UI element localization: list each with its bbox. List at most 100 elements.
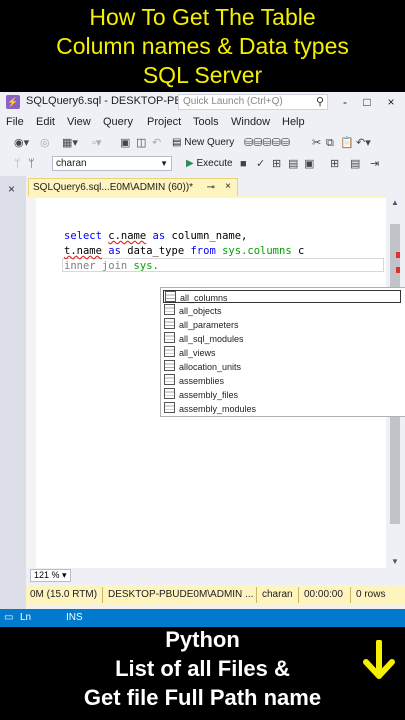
include-plan-icon[interactable]: ⊞ — [330, 156, 339, 172]
paste-icon[interactable]: 📋 — [340, 135, 354, 151]
undo-icon[interactable]: ↶ — [152, 135, 161, 151]
table-icon — [164, 346, 175, 357]
results-file-icon[interactable]: ▣ — [304, 156, 314, 172]
close-button[interactable]: × — [380, 93, 402, 111]
menu-window[interactable]: Window — [231, 116, 270, 128]
quick-launch-input[interactable]: Quick Launch (Ctrl+Q) ⚲ — [178, 94, 328, 110]
execute-label: Execute — [196, 158, 233, 169]
list-item[interactable]: assembly_files — [163, 388, 401, 401]
title-line-2: Column names & Data types — [56, 33, 349, 59]
list-item[interactable]: all_objects — [163, 304, 401, 317]
new-query-button[interactable]: ▤ New Query — [172, 135, 234, 151]
tool-window-strip: × — [0, 176, 26, 609]
list-item-label: all_columns — [180, 293, 228, 303]
column-ref: t.name — [64, 245, 102, 257]
menu-help[interactable]: Help — [282, 116, 305, 128]
bottom-line-3: Get file Full Path name — [83, 685, 322, 710]
insert-mode: INS — [66, 612, 83, 623]
window-title: SQLQuery6.sql - DESKTOP-PB... — [26, 95, 191, 107]
menu-tools[interactable]: Tools — [193, 116, 219, 128]
save-all-icon[interactable]: ◫ — [136, 135, 146, 151]
error-marker — [396, 267, 400, 273]
forward-icon[interactable]: ◎ — [40, 135, 50, 151]
comment-icon[interactable]: ▤ — [350, 156, 360, 172]
back-icon[interactable]: ◉▾ — [14, 135, 29, 151]
table-icon — [164, 332, 175, 343]
tab-sqlquery6[interactable]: SQLQuery6.sql...E0M\ADMIN (60))* ⊸ × — [28, 178, 238, 196]
keyword-as: as — [108, 245, 121, 257]
list-item-label: assembly_modules — [179, 404, 257, 414]
menu-project[interactable]: Project — [147, 116, 181, 128]
maximize-button[interactable]: □ — [356, 93, 378, 111]
column-alias: data_type — [127, 245, 185, 257]
document-tabs: SQLQuery6.sql...E0M\ADMIN (60))* ⊸ × — [26, 176, 405, 196]
close-icon[interactable]: × — [8, 182, 15, 196]
stop-icon[interactable]: ■ — [240, 156, 247, 172]
cut-icon[interactable]: ✂ — [312, 135, 321, 151]
connect-icon[interactable]: ᛘ — [14, 156, 21, 172]
list-item[interactable]: assembly_modules — [163, 402, 401, 415]
title-bar: ⚡ SQLQuery6.sql - DESKTOP-PB... Quick La… — [0, 92, 405, 112]
undo-edit-icon[interactable]: ↶▾ — [356, 135, 371, 151]
list-item[interactable]: allocation_units — [163, 360, 401, 373]
results-grid-icon[interactable]: ▤ — [288, 156, 298, 172]
table-alias: c — [297, 245, 305, 257]
code-line-3: inner join sys. — [64, 260, 159, 272]
scroll-down-icon[interactable]: ▼ — [391, 557, 399, 566]
close-tab-icon[interactable]: × — [225, 181, 231, 192]
editor-gutter — [26, 198, 36, 570]
column-alias: column_name, — [171, 230, 248, 242]
zoom-select[interactable]: 121 % ▾ — [30, 569, 71, 582]
sql-editor-toolbar: ᛘ ᛘ charan ▼ ▶ Execute ■ ✓ ⊞ ▤ ▣ ⊞ ▤ ⇥ — [0, 154, 405, 174]
menu-query[interactable]: Query — [103, 116, 133, 128]
copy-icon[interactable]: ⧉ — [326, 135, 334, 151]
standard-toolbar: ◉▾ ◎ ▦▾ ▫▾ ▣ ◫ ↶ ▤ New Query ⛁⛁⛁⛁⛁ ✂ ⧉ 📋… — [0, 133, 405, 153]
pin-icon[interactable]: ⊸ — [207, 182, 215, 193]
menu-bar: File Edit View Query Project Tools Windo… — [0, 114, 405, 132]
menu-file[interactable]: File — [6, 116, 24, 128]
code-line-2: t.name as data_type from sys.columns c — [64, 245, 304, 257]
list-item[interactable]: all_columns — [163, 290, 401, 303]
list-item[interactable]: all_parameters — [163, 318, 401, 331]
server-name: DESKTOP-PBUDE0M\ADMIN ... — [108, 589, 254, 600]
scroll-up-icon[interactable]: ▲ — [391, 198, 399, 207]
menu-edit[interactable]: Edit — [36, 116, 55, 128]
table-icon — [164, 360, 175, 371]
ssms-app-icon: ⚡ — [6, 95, 20, 109]
list-item-label: all_sql_modules — [179, 334, 244, 344]
parse-icon[interactable]: ✓ — [256, 156, 265, 172]
user-name: charan — [262, 589, 293, 600]
list-item-label: assembly_files — [179, 390, 239, 400]
row-count: 0 rows — [356, 589, 386, 600]
list-item[interactable]: assemblies — [163, 374, 401, 387]
new-project-icon[interactable]: ▦▾ — [62, 135, 78, 151]
quick-launch-placeholder: Quick Launch (Ctrl+Q) — [183, 96, 283, 107]
table-icon — [164, 318, 175, 329]
menu-view[interactable]: View — [67, 116, 91, 128]
list-item-label: allocation_units — [179, 362, 242, 372]
video-title-top: How To Get The Table Column names & Data… — [0, 0, 405, 92]
intellisense-list[interactable]: all_columns all_objects all_parameters a… — [160, 287, 405, 417]
video-title-bottom: Python List of all Files & Get file Full… — [0, 627, 405, 720]
table-icon — [164, 388, 175, 399]
error-marker — [396, 252, 400, 258]
elapsed-time: 00:00:00 — [304, 589, 343, 600]
list-item[interactable]: all_views — [163, 346, 401, 359]
database-engine-query-icon[interactable]: ⛁⛁⛁⛁⛁ — [244, 135, 290, 151]
execute-button[interactable]: ▶ Execute — [186, 156, 233, 172]
title-line-1: How To Get The Table — [89, 4, 316, 30]
keyword-from: from — [190, 245, 216, 257]
indent-icon[interactable]: ⇥ — [370, 156, 379, 172]
list-item[interactable]: all_sql_modules — [163, 332, 401, 345]
divider — [102, 587, 103, 603]
minimize-button[interactable]: - — [334, 93, 356, 111]
list-item-label: all_views — [179, 348, 216, 358]
save-icon[interactable]: ▣ — [120, 135, 130, 151]
display-plan-icon[interactable]: ⊞ — [272, 156, 281, 172]
keyword-inner-join: inner join — [64, 260, 128, 272]
line-label: Ln — [20, 612, 32, 623]
database-select[interactable]: charan ▼ — [52, 156, 172, 171]
tab-label: SQLQuery6.sql...E0M\ADMIN (60))* — [33, 182, 194, 193]
change-connection-icon[interactable]: ᛘ — [28, 156, 35, 172]
open-file-icon[interactable]: ▫▾ — [92, 135, 101, 151]
